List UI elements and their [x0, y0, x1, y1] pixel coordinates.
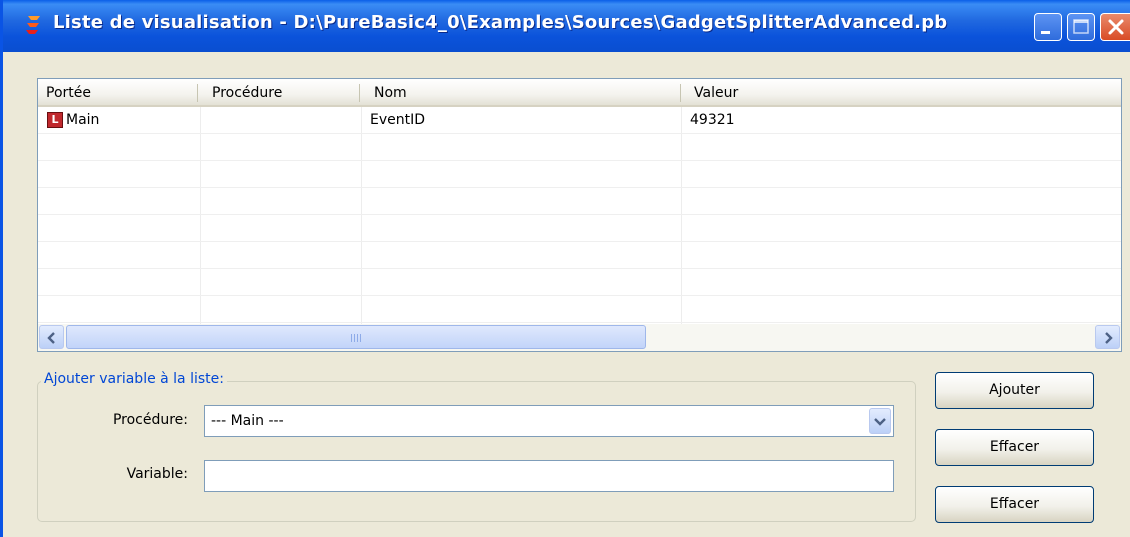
column-header-scope[interactable]: Portée: [38, 79, 198, 105]
close-button[interactable]: [1100, 13, 1130, 41]
grip-icon: [351, 334, 361, 342]
scroll-left-button[interactable]: [39, 325, 64, 349]
column-header-value[interactable]: Valeur: [686, 79, 1116, 105]
maximize-icon: [1073, 19, 1089, 34]
table-row[interactable]: [38, 215, 1121, 242]
arrow-right-icon: [1105, 332, 1113, 344]
chevron-down-icon: [874, 418, 886, 426]
column-divider[interactable]: [359, 84, 360, 102]
title-bar[interactable]: Liste de visualisation - D:\PureBasic4_0…: [3, 0, 1130, 52]
cell-name: EventID: [370, 112, 426, 128]
table-row[interactable]: [38, 269, 1121, 296]
procedure-combobox[interactable]: --- Main ---: [204, 405, 894, 437]
table-row[interactable]: [38, 161, 1121, 188]
table-row[interactable]: [38, 188, 1121, 215]
procedure-label: Procédure:: [112, 412, 188, 428]
remove-button[interactable]: Effacer: [935, 429, 1094, 466]
list-header: Portée Procédure Nom Valeur: [38, 79, 1121, 107]
arrow-left-icon: [47, 332, 55, 344]
purebasic-icon: [26, 16, 40, 34]
watchlist-window: Liste de visualisation - D:\PureBasic4_0…: [0, 0, 1130, 537]
cell-scope: Main: [66, 112, 100, 128]
minimize-button[interactable]: [1034, 13, 1062, 41]
table-row[interactable]: [38, 134, 1121, 161]
column-header-procedure[interactable]: Procédure: [204, 79, 359, 105]
table-row[interactable]: [38, 242, 1121, 269]
column-divider[interactable]: [680, 84, 681, 102]
procedure-selected-value: --- Main ---: [211, 413, 284, 429]
watch-list[interactable]: Portée Procédure Nom Valeur L Main Event…: [37, 78, 1122, 352]
maximize-button[interactable]: [1067, 13, 1095, 41]
list-body: L Main EventID 49321: [38, 107, 1121, 324]
add-button[interactable]: Ajouter: [935, 372, 1094, 409]
cell-value: 49321: [690, 112, 735, 128]
column-header-name[interactable]: Nom: [366, 79, 676, 105]
horizontal-scrollbar[interactable]: [38, 324, 1121, 351]
window-title: Liste de visualisation - D:\PureBasic4_0…: [53, 12, 948, 33]
add-variable-group: [37, 381, 916, 522]
combo-dropdown-button[interactable]: [869, 408, 891, 434]
minimize-icon: [1041, 31, 1050, 34]
table-row[interactable]: [38, 296, 1121, 323]
group-legend: Ajouter variable à la liste:: [41, 371, 227, 387]
variable-input[interactable]: [204, 460, 894, 492]
variable-label: Variable:: [126, 466, 188, 482]
clear-button[interactable]: Effacer: [935, 486, 1094, 523]
column-divider[interactable]: [197, 84, 198, 102]
scroll-right-button[interactable]: [1095, 325, 1120, 349]
local-scope-icon: L: [47, 112, 63, 128]
close-icon: [1108, 19, 1124, 35]
scroll-thumb[interactable]: [66, 325, 646, 349]
table-row[interactable]: L Main EventID 49321: [38, 107, 1121, 134]
